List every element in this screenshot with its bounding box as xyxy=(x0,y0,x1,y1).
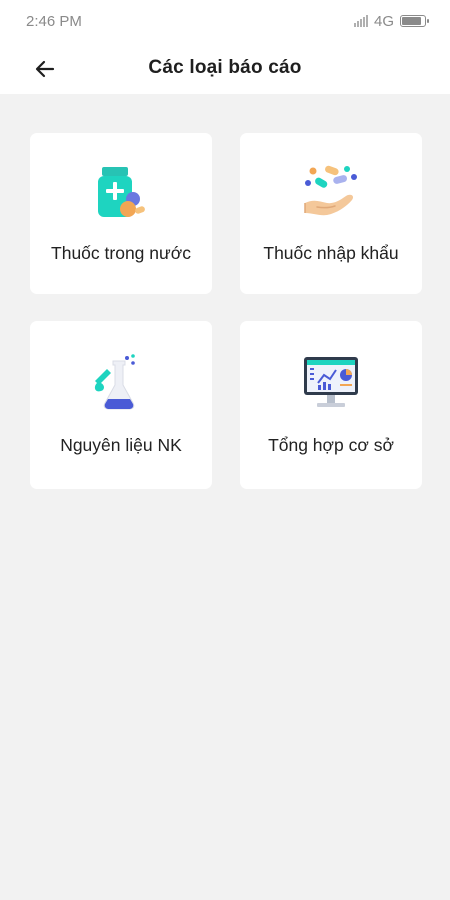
network-type: 4G xyxy=(373,12,394,30)
report-types-screen: 2:46 PM 4G Các loại báo cáo Thuốc trong … xyxy=(0,0,450,900)
report-card-label: Thuốc nhập khẩu xyxy=(263,243,399,263)
page-title: Các loại báo cáo xyxy=(148,57,302,78)
back-button[interactable] xyxy=(30,54,60,84)
status-icons: 4G xyxy=(353,12,429,30)
battery-icon xyxy=(400,15,429,27)
report-card-label: Thuốc trong nước xyxy=(51,243,191,263)
report-card-imported-medicine[interactable]: Thuốc nhập khẩu xyxy=(240,133,422,294)
report-types-grid: Thuốc trong nước Thuốc nhập khẩu Nguyên … xyxy=(30,133,422,489)
signal-icon xyxy=(353,15,368,27)
report-card-domestic-medicine[interactable]: Thuốc trong nước xyxy=(30,133,212,294)
dashboard-monitor-icon xyxy=(304,357,358,407)
report-card-imported-materials[interactable]: Nguyên liệu NK xyxy=(30,321,212,489)
app-bar: Các loại báo cáo xyxy=(0,42,450,94)
arrow-left-icon xyxy=(35,60,55,78)
status-bar: 2:46 PM 4G xyxy=(0,0,450,42)
report-card-label: Tổng hợp cơ sở xyxy=(268,435,394,455)
status-time: 2:46 PM xyxy=(26,12,82,30)
report-card-label: Nguyên liệu NK xyxy=(60,435,182,455)
medicine-bottle-icon xyxy=(98,167,145,217)
pills-hand-icon xyxy=(304,165,357,216)
report-card-facility-summary[interactable]: Tổng hợp cơ sở xyxy=(240,321,422,489)
lab-flask-icon xyxy=(94,354,135,410)
